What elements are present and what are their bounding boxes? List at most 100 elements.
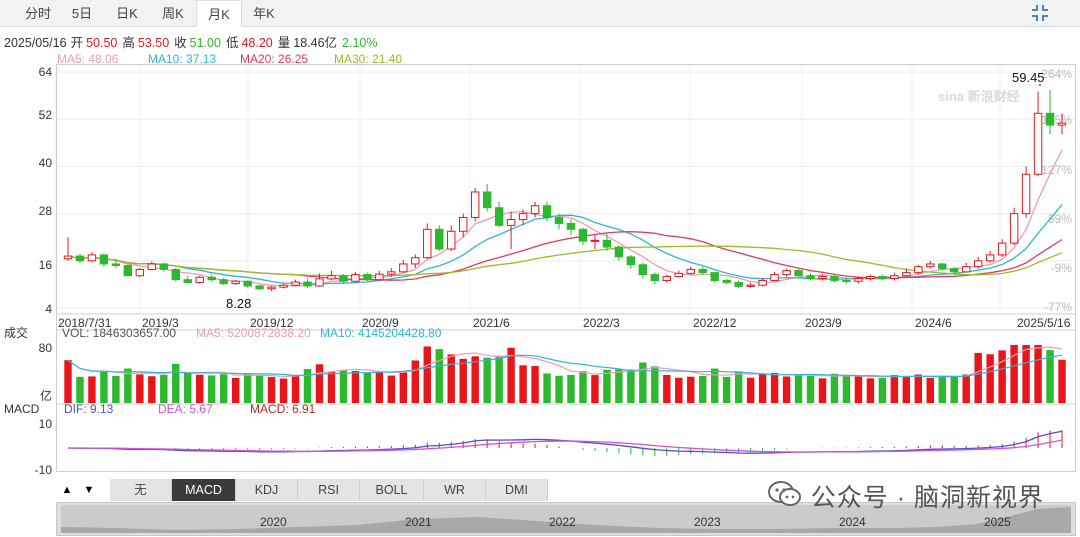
volume-bar — [315, 364, 324, 403]
volume-bar — [1034, 345, 1042, 403]
ma20-line — [67, 231, 1063, 281]
candle — [99, 253, 109, 267]
candle — [423, 223, 432, 259]
candle — [207, 274, 216, 282]
indicator-tab-kdj[interactable]: KDJ — [236, 479, 298, 501]
candle — [87, 252, 97, 263]
candle-body — [1045, 112, 1055, 126]
candle — [722, 278, 731, 285]
macd-panel-title: MACD — [4, 402, 40, 416]
candle-body — [423, 228, 432, 259]
volume-bar — [974, 352, 982, 403]
volume-bar — [184, 373, 192, 403]
candle-body — [1021, 173, 1031, 215]
volume-bar — [219, 374, 228, 403]
price-tick-28: 28 — [39, 204, 53, 218]
volume-ma10-label: MA10: 4145204428.80 — [320, 326, 442, 340]
pct-tick-127: 127% — [1041, 163, 1072, 177]
candle-body — [75, 255, 85, 262]
candle-body — [794, 270, 803, 277]
candle-body — [734, 281, 743, 287]
candle — [447, 225, 456, 251]
candle-body — [111, 263, 121, 267]
candle-body — [578, 228, 588, 242]
candle — [650, 272, 660, 285]
candle — [566, 219, 576, 236]
candle — [351, 271, 360, 283]
candle-body — [506, 219, 516, 226]
candle-body — [183, 279, 192, 283]
indicator-tab-boll[interactable]: BOLL — [360, 479, 424, 501]
volume-bar — [411, 360, 420, 403]
candle — [782, 268, 791, 277]
candle — [195, 275, 204, 284]
candle — [914, 264, 923, 275]
candle-body — [530, 205, 540, 215]
candle — [710, 271, 719, 283]
candle-body — [626, 256, 636, 266]
indicator-tab-wr[interactable]: WR — [424, 479, 486, 501]
scroll-year-2023: 2023 — [694, 515, 721, 529]
volume-bar — [830, 373, 839, 403]
candle-body — [554, 217, 564, 224]
scroll-up-button[interactable]: ▲ — [58, 481, 76, 499]
volume-bar — [207, 375, 216, 403]
volume-bar — [291, 375, 300, 403]
macd-dea-label: DEA: 5.67 — [158, 402, 213, 416]
volume-bar — [339, 370, 348, 403]
candle — [339, 274, 348, 284]
candle-body — [1057, 122, 1067, 126]
volume-bar — [579, 371, 587, 403]
candle — [363, 272, 372, 282]
candle-body — [447, 230, 456, 250]
candle-body — [195, 276, 204, 283]
volume-bar — [231, 377, 240, 403]
grid-lines — [55, 64, 1076, 405]
volume-bar — [758, 373, 767, 403]
candle-body — [87, 254, 97, 262]
candle-body — [830, 276, 839, 281]
volume-bar — [794, 375, 803, 403]
scroll-year-2020: 2020 — [260, 515, 287, 529]
indicator-tab-macd[interactable]: MACD — [172, 479, 236, 501]
volume-bar — [627, 369, 635, 403]
candle — [183, 275, 192, 284]
volume-bars — [64, 345, 1066, 403]
volume-bar — [112, 375, 120, 403]
scroll-down-button[interactable]: ▼ — [80, 481, 98, 499]
volume-bar — [267, 376, 276, 403]
candle-body — [279, 284, 288, 288]
price-axis: 64 52 40 28 16 4 — [39, 65, 53, 316]
candle — [411, 254, 420, 268]
volume-bar — [172, 363, 180, 403]
candle-body — [602, 239, 612, 248]
candle-body — [638, 264, 648, 276]
volume-bar — [603, 369, 611, 403]
candle — [75, 253, 85, 263]
volume-unit: 亿 — [40, 388, 52, 403]
candle — [219, 278, 228, 286]
pct-tick-59: 59% — [1048, 212, 1072, 226]
price-tick-4: 4 — [45, 302, 52, 316]
scroll-year-2021: 2021 — [405, 515, 432, 529]
wechat-watermark: 公众号 · 脑洞新视界 — [767, 478, 1044, 514]
candle-body — [866, 276, 875, 279]
volume-bar — [615, 369, 623, 403]
volume-bar — [675, 377, 683, 403]
price-tick-16: 16 — [39, 258, 53, 272]
indicator-tab-none[interactable]: 无 — [110, 479, 172, 501]
candle-body — [387, 271, 396, 275]
candle-body — [662, 276, 672, 281]
candle-body — [458, 217, 468, 232]
volume-bar — [243, 373, 252, 403]
indicator-tab-dmi[interactable]: DMI — [486, 479, 548, 501]
volume-bar — [902, 376, 911, 403]
date-tick-9: 2024/6 — [915, 316, 952, 330]
candle — [794, 268, 803, 277]
volume-bar — [160, 374, 168, 403]
candle-body — [207, 276, 216, 281]
candle — [147, 261, 157, 271]
indicator-tab-rsi[interactable]: RSI — [298, 479, 360, 501]
price-tick-40: 40 — [39, 156, 53, 170]
kline-chart[interactable]: 64 52 40 28 16 4 264% 195% 127% 59% -9% … — [0, 0, 1080, 478]
